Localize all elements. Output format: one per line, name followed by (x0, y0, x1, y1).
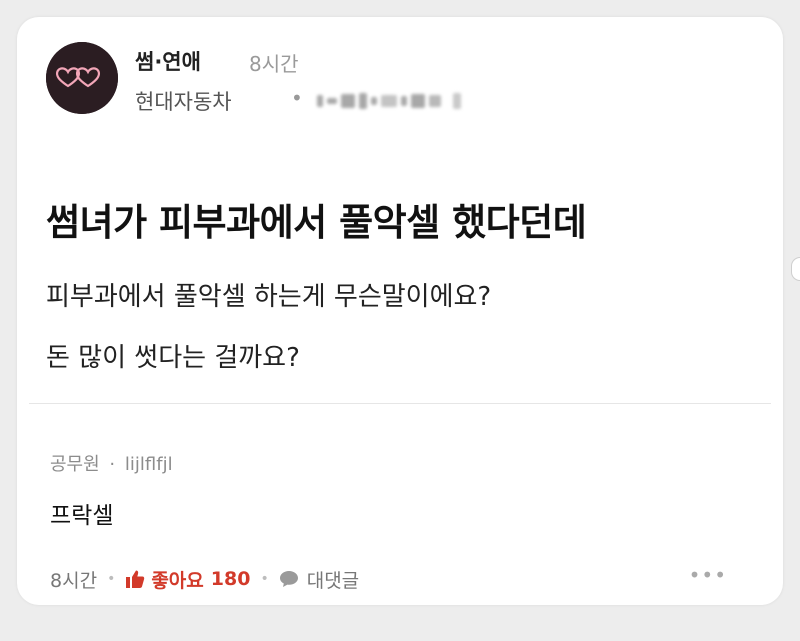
comment-footer: 8시간 • 좋아요 180 • 대댓글 (50, 565, 359, 593)
meta-separator: • (291, 86, 303, 110)
comment-company: 공무원 (50, 454, 100, 475)
comment-username: lijlflfjl (124, 454, 173, 475)
comment-time: 8시간 (50, 569, 98, 592)
footer-separator: • (260, 571, 269, 587)
reply-label: 대댓글 (306, 569, 360, 592)
board-avatar[interactable] (46, 42, 118, 114)
reply-button[interactable]: 대댓글 (279, 566, 359, 593)
post-title: 썸녀가 피부과에서 풀악셀 했다던데 (46, 201, 587, 244)
comment-text: 프락셀 (50, 503, 114, 529)
footer-separator: • (107, 571, 116, 587)
like-count: 180 (210, 568, 251, 590)
author-company: 현대자동차 (135, 90, 232, 114)
edge-handle (791, 257, 800, 281)
double-heart-icon (46, 42, 118, 114)
speech-bubble-icon (279, 571, 298, 587)
blurred-username (317, 90, 502, 112)
like-label: 좋아요 (151, 569, 204, 592)
post-body-line-2: 돈 많이 썻다는 걸까요? (46, 343, 300, 373)
thumbs-up-icon (126, 570, 145, 588)
more-options-button[interactable]: ••• (689, 563, 727, 587)
post-card: 썸·연애 8시간 현대자동차 • 썸녀가 피부과에서 풀악셀 했다던데 피부과에… (17, 17, 783, 605)
comment-meta: 공무원 · lijlflfjl (50, 450, 173, 476)
post-time: 8시간 (249, 52, 299, 76)
post-body-line-1: 피부과에서 풀악셀 하는게 무슨말이에요? (46, 282, 492, 312)
section-divider (29, 403, 771, 404)
like-button[interactable]: 좋아요 180 (125, 566, 250, 593)
comment-separator: · (109, 454, 116, 475)
board-name[interactable]: 썸·연애 (135, 46, 201, 76)
